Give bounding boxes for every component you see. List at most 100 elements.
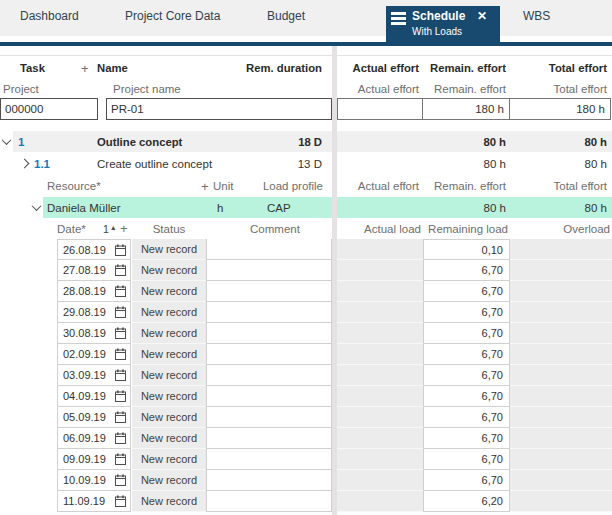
date-cell[interactable]: 06.09.19: [57, 428, 131, 449]
status-cell: New record: [132, 386, 206, 407]
tab-project-core-data[interactable]: Project Core Data: [125, 0, 220, 32]
remaining-load-cell[interactable]: 6,70: [423, 344, 510, 365]
resource-load-profile: CAP: [267, 197, 291, 218]
project-id-input[interactable]: 000000: [0, 98, 98, 120]
date-cell[interactable]: 09.09.19: [57, 449, 131, 470]
project-actual-effort-input[interactable]: [337, 98, 423, 120]
date-cell[interactable]: 30.08.19: [57, 323, 131, 344]
comment-cell[interactable]: [206, 470, 332, 491]
calendar-icon[interactable]: [115, 348, 126, 360]
task-name-1-1: Create outline concept: [97, 152, 212, 175]
remaining-load-cell[interactable]: 6,70: [423, 449, 510, 470]
tab-schedule[interactable]: Schedule ✕ With Loads: [386, 6, 500, 46]
date-cell[interactable]: 04.09.19: [57, 386, 131, 407]
tab-budget[interactable]: Budget: [267, 0, 305, 32]
comment-cell[interactable]: [206, 344, 332, 365]
calendar-icon[interactable]: [115, 390, 126, 402]
date-cell[interactable]: 27.08.19: [57, 260, 131, 281]
date-cell[interactable]: 05.09.19: [57, 407, 131, 428]
actual-load-cell: [337, 365, 423, 386]
overload-cell: [510, 365, 612, 386]
calendar-icon[interactable]: [115, 369, 126, 381]
calendar-icon[interactable]: [115, 474, 126, 486]
load-row: 11.09.19 New record 6,20: [0, 491, 612, 512]
date-cell[interactable]: 03.09.19: [57, 365, 131, 386]
calendar-icon[interactable]: [115, 495, 126, 507]
comment-cell[interactable]: [206, 428, 332, 449]
tab-wbs[interactable]: WBS: [523, 0, 550, 32]
status-cell: New record: [132, 344, 206, 365]
chevron-down-icon[interactable]: [3, 131, 15, 152]
actual-load-cell: [337, 260, 423, 281]
col-header-name: Name: [97, 56, 128, 80]
close-icon[interactable]: ✕: [477, 9, 487, 23]
tab-schedule-sublabel: With Loads: [412, 26, 462, 37]
chevron-down-icon[interactable]: [33, 197, 45, 218]
date-cell[interactable]: 02.09.19: [57, 344, 131, 365]
remaining-load-cell[interactable]: 6,70: [423, 470, 510, 491]
calendar-icon[interactable]: [115, 264, 126, 276]
actual-load-cell: [337, 386, 423, 407]
comment-cell[interactable]: [206, 386, 332, 407]
comment-cell[interactable]: [206, 365, 332, 386]
actual-load-cell: [337, 323, 423, 344]
date-cell[interactable]: 11.09.19: [57, 491, 131, 512]
calendar-icon[interactable]: [115, 432, 126, 444]
remaining-load-cell[interactable]: 6,70: [423, 365, 510, 386]
remaining-load-cell[interactable]: 6,70: [423, 260, 510, 281]
comment-cell[interactable]: [206, 302, 332, 323]
actual-load-cell: [337, 302, 423, 323]
col-header-remain-effort: Remain. effort: [423, 56, 506, 80]
add-load-button[interactable]: +: [120, 218, 128, 239]
task-number-1[interactable]: 1: [18, 131, 24, 152]
task-number-1-1[interactable]: 1.1: [34, 152, 50, 175]
col-header-remaining-load: Remaining load: [423, 218, 508, 239]
calendar-icon[interactable]: [115, 244, 126, 256]
remaining-load-cell[interactable]: 6,70: [423, 302, 510, 323]
date-cell[interactable]: 29.08.19: [57, 302, 131, 323]
comment-cell[interactable]: [206, 407, 332, 428]
calendar-icon[interactable]: [115, 411, 126, 423]
tab-dashboard[interactable]: Dashboard: [20, 0, 79, 32]
calendar-icon[interactable]: [115, 327, 126, 339]
add-task-button[interactable]: +: [81, 56, 89, 80]
overload-cell: [510, 386, 612, 407]
calendar-icon[interactable]: [115, 306, 126, 318]
comment-cell[interactable]: [206, 239, 332, 260]
comment-cell[interactable]: [206, 491, 332, 512]
col-header-status: Status: [132, 218, 206, 239]
remaining-load-cell[interactable]: 6,70: [423, 281, 510, 302]
remaining-load-cell[interactable]: 0,10: [423, 239, 510, 260]
actual-load-cell: [337, 239, 423, 260]
task-total-effort-1-1: 80 h: [510, 152, 607, 175]
col-header-total-effort-2: Total effort: [510, 175, 607, 197]
load-row: 09.09.19 New record 6,70: [0, 449, 612, 470]
remaining-load-cell[interactable]: 6,20: [423, 491, 510, 512]
remaining-load-cell[interactable]: 6,70: [423, 323, 510, 344]
comment-cell[interactable]: [206, 281, 332, 302]
date-cell[interactable]: 26.08.19: [57, 239, 131, 260]
sort-ascending-icon[interactable]: 1▲: [103, 218, 117, 239]
remaining-load-cell[interactable]: 6,70: [423, 428, 510, 449]
date-cell[interactable]: 10.09.19: [57, 470, 131, 491]
date-cell[interactable]: 28.08.19: [57, 281, 131, 302]
project-name-input[interactable]: PR-01: [106, 98, 332, 120]
remaining-load-cell[interactable]: 6,70: [423, 386, 510, 407]
load-row: 29.08.19 New record 6,70: [0, 302, 612, 323]
comment-cell[interactable]: [206, 323, 332, 344]
project-total-effort-input[interactable]: 180 h: [509, 98, 611, 120]
comment-cell[interactable]: [206, 449, 332, 470]
calendar-icon[interactable]: [115, 285, 126, 297]
calendar-icon[interactable]: [115, 453, 126, 465]
project-remain-effort-input[interactable]: 180 h: [422, 98, 510, 120]
task-rem-duration-1-1: 13 D: [242, 152, 322, 175]
actual-load-cell: [337, 281, 423, 302]
chevron-right-icon[interactable]: [21, 152, 33, 175]
tab-project-core-data-label: Project Core Data: [125, 9, 220, 23]
comment-cell[interactable]: [206, 260, 332, 281]
actual-load-cell: [337, 344, 423, 365]
remaining-load-cell[interactable]: 6,70: [423, 407, 510, 428]
add-resource-button[interactable]: +: [201, 175, 209, 197]
col-header-actual-load: Actual load: [337, 218, 421, 239]
hamburger-icon[interactable]: [391, 12, 406, 25]
